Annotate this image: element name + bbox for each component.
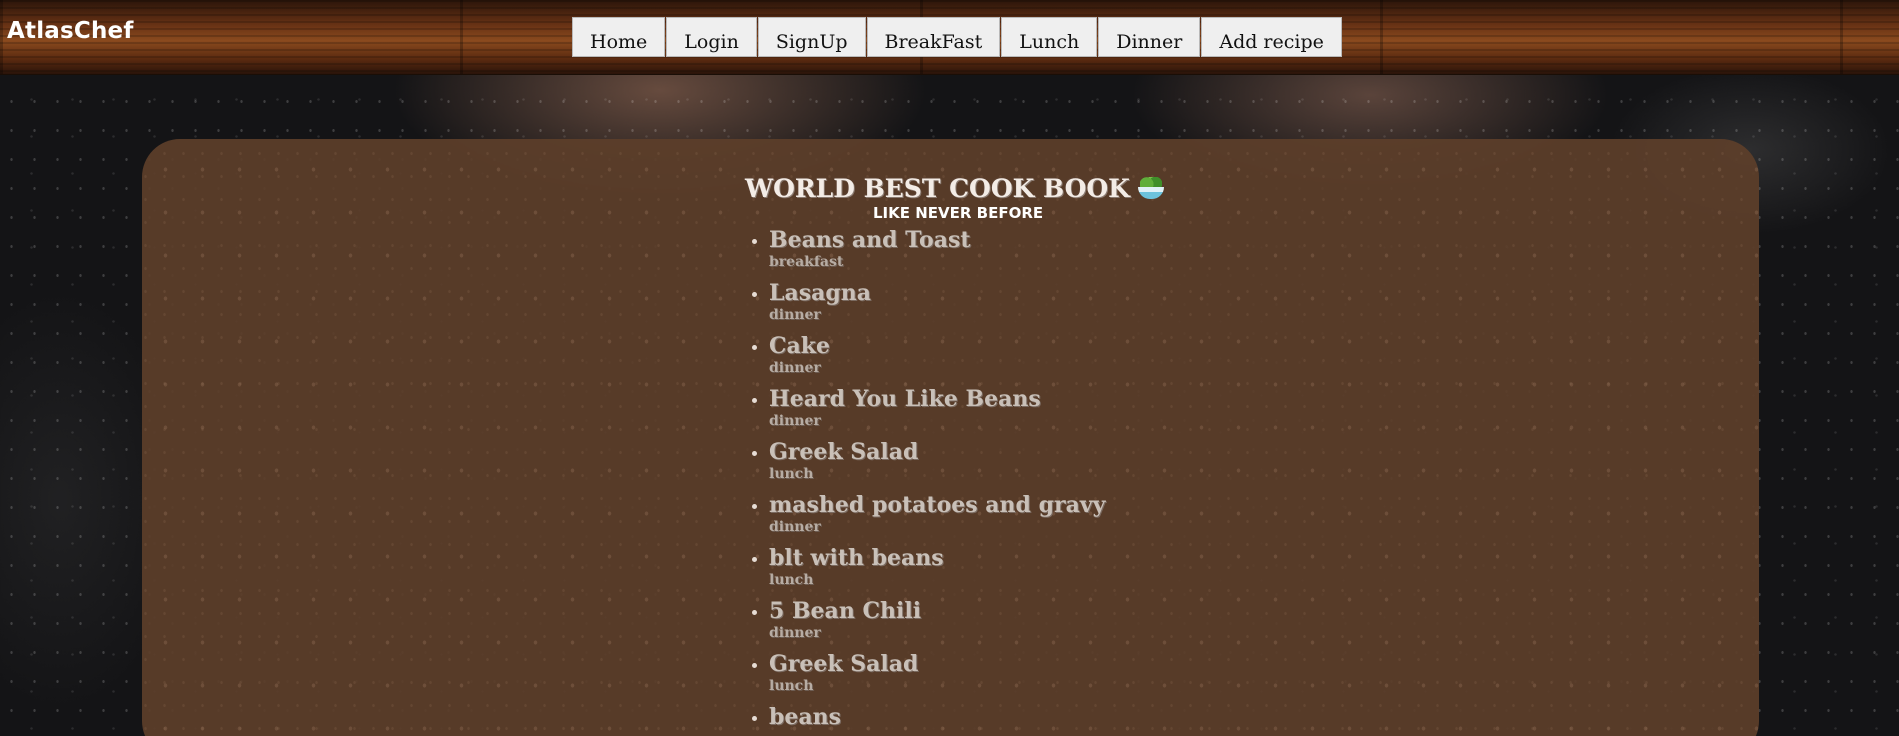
- recipe-category: lunch: [769, 572, 814, 588]
- recipe-name[interactable]: blt with beans: [769, 544, 1105, 572]
- recipe-name[interactable]: Cake: [769, 332, 1105, 360]
- main-nav: Home Login SignUp BreakFast Lunch Dinner…: [572, 17, 1343, 57]
- recipe-category: dinner: [769, 625, 821, 641]
- recipe-item[interactable]: Heard You Like Beans dinner: [751, 385, 1105, 438]
- recipe-category: dinner: [769, 413, 821, 429]
- recipe-item[interactable]: blt with beans lunch: [751, 544, 1105, 597]
- nav-home-link[interactable]: Home: [572, 17, 666, 57]
- recipe-name[interactable]: Heard You Like Beans: [769, 385, 1105, 413]
- recipe-item[interactable]: Greek Salad lunch: [751, 650, 1105, 703]
- nav-add-recipe-link[interactable]: Add recipe: [1201, 17, 1342, 57]
- recipe-name[interactable]: Beans and Toast: [769, 226, 1105, 254]
- recipe-item[interactable]: Beans and Toast breakfast: [751, 226, 1105, 279]
- recipe-category: dinner: [769, 307, 821, 323]
- recipe-list: Beans and Toast breakfast Lasagna dinner…: [751, 226, 1105, 736]
- cookbook-panel: WORLD BEST COOK BOOK LIKE NEVER BEFORE B…: [142, 139, 1759, 736]
- recipe-item[interactable]: beans: [751, 703, 1105, 736]
- recipe-item[interactable]: Lasagna dinner: [751, 279, 1105, 332]
- nav-dinner-link[interactable]: Dinner: [1098, 17, 1201, 57]
- recipe-category: dinner: [769, 519, 821, 535]
- recipe-name[interactable]: beans: [769, 703, 1105, 731]
- salad-bowl-icon: [1137, 177, 1164, 199]
- recipe-category: lunch: [769, 466, 814, 482]
- recipe-category: lunch: [769, 678, 814, 694]
- recipe-category: breakfast: [769, 254, 844, 270]
- recipe-item[interactable]: Cake dinner: [751, 332, 1105, 385]
- recipe-item[interactable]: 5 Bean Chili dinner: [751, 597, 1105, 650]
- recipe-name[interactable]: 5 Bean Chili: [769, 597, 1105, 625]
- recipe-name[interactable]: mashed potatoes and gravy: [769, 491, 1105, 519]
- nav-lunch-link[interactable]: Lunch: [1001, 17, 1098, 57]
- top-navbar: AtlasChef Home Login SignUp BreakFast Lu…: [0, 0, 1899, 75]
- page-subtitle: LIKE NEVER BEFORE: [873, 204, 1044, 222]
- brand-logo[interactable]: AtlasChef: [7, 18, 134, 44]
- recipe-name[interactable]: Greek Salad: [769, 438, 1105, 466]
- nav-breakfast-link[interactable]: BreakFast: [866, 17, 1001, 57]
- nav-login-link[interactable]: Login: [666, 17, 757, 57]
- recipe-category: dinner: [769, 360, 821, 376]
- recipe-item[interactable]: Greek Salad lunch: [751, 438, 1105, 491]
- page-title-text: WORLD BEST COOK BOOK: [745, 174, 1130, 203]
- recipe-name[interactable]: Greek Salad: [769, 650, 1105, 678]
- recipe-name[interactable]: Lasagna: [769, 279, 1105, 307]
- nav-signup-link[interactable]: SignUp: [757, 17, 866, 57]
- page-title: WORLD BEST COOK BOOK: [745, 174, 1164, 203]
- recipe-item[interactable]: mashed potatoes and gravy dinner: [751, 491, 1105, 544]
